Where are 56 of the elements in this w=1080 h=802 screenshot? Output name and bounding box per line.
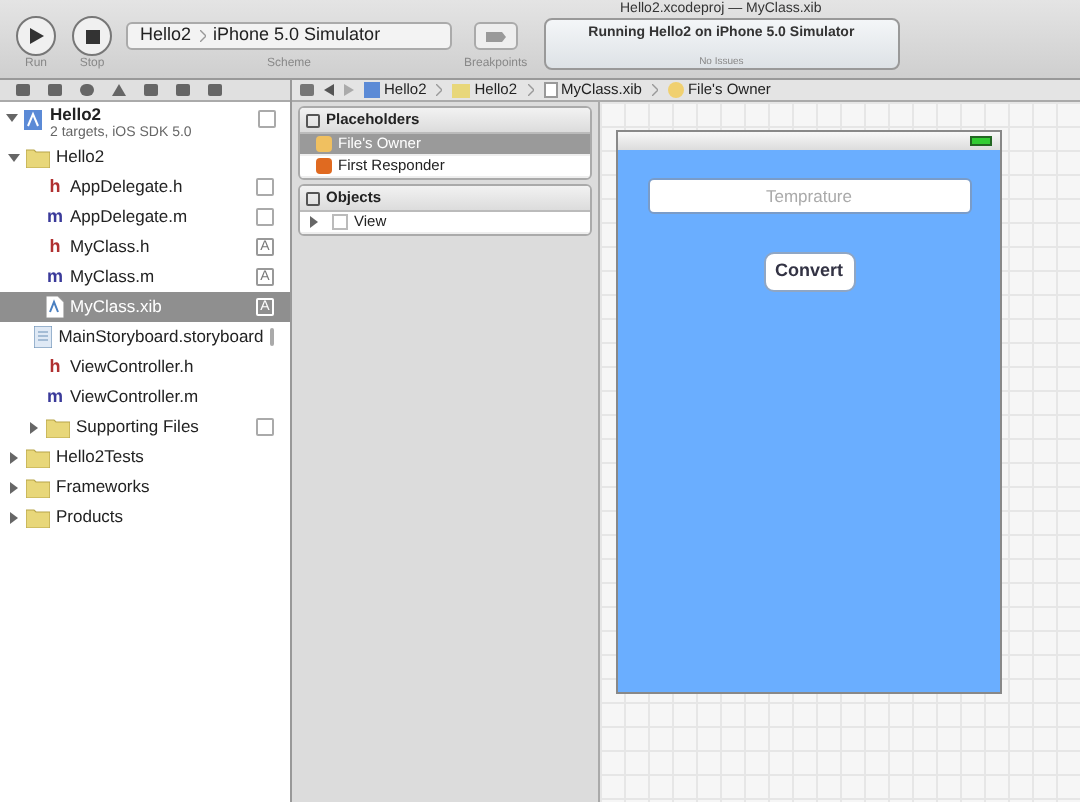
- chevron-icon: [527, 84, 534, 96]
- file-type-icon: h: [46, 356, 64, 378]
- file-type-icon: h: [46, 176, 64, 198]
- project-name[interactable]: Hello2: [50, 106, 192, 124]
- battery-icon: [970, 136, 992, 146]
- file-row[interactable]: Supporting Files: [0, 412, 290, 442]
- stop-button[interactable]: [72, 16, 112, 56]
- file-name: Hello2: [56, 144, 105, 170]
- file-name: AppDelegate.h: [70, 174, 183, 200]
- file-row[interactable]: Hello2: [0, 142, 290, 172]
- file-row[interactable]: m ViewController.m: [0, 382, 290, 412]
- file-type-icon: m: [46, 386, 64, 408]
- file-name: Frameworks: [56, 474, 150, 500]
- disclosure-triangle-icon[interactable]: [8, 451, 20, 463]
- disclosure-triangle-icon[interactable]: [28, 421, 40, 433]
- file-type-icon: m: [46, 206, 64, 228]
- file-name: MyClass.xib: [70, 294, 162, 320]
- file-row[interactable]: m AppDelegate.m: [0, 202, 290, 232]
- project-icon: [364, 82, 380, 98]
- file-name: MyClass.h: [70, 234, 150, 260]
- file-type-icon: h: [46, 236, 64, 258]
- disclosure-triangle-icon[interactable]: [8, 481, 20, 493]
- file-name: Supporting Files: [76, 414, 199, 440]
- chevron-icon: [436, 84, 443, 96]
- disclosure-triangle-icon[interactable]: [8, 511, 20, 523]
- back-arrow-icon[interactable]: [324, 84, 334, 96]
- file-name: ViewController.h: [70, 354, 194, 380]
- file-name: MyClass.m: [70, 264, 155, 290]
- disclosure-triangle-icon[interactable]: [6, 112, 18, 124]
- file-name: MainStoryboard.storyboard: [58, 324, 264, 350]
- file-name: AppDelegate.m: [70, 204, 188, 230]
- file-type-icon: m: [46, 266, 64, 288]
- project-icon: [24, 108, 44, 130]
- run-button[interactable]: [16, 16, 56, 56]
- temperature-field[interactable]: Temprature: [647, 178, 971, 214]
- chevron-icon: [199, 30, 206, 42]
- file-name: Hello2Tests: [56, 444, 144, 470]
- file-row[interactable]: h AppDelegate.h: [0, 172, 290, 202]
- file-row[interactable]: h ViewController.h: [0, 352, 290, 382]
- document-icon: [46, 296, 64, 318]
- scheme-project: Hello2: [140, 22, 192, 49]
- disclosure-triangle-icon[interactable]: [308, 216, 320, 228]
- storyboard-icon: [34, 326, 53, 348]
- file-name: ViewController.m: [70, 384, 199, 410]
- scheme-destination: iPhone 5.0 Simulator: [213, 22, 381, 49]
- file-row[interactable]: Frameworks: [0, 472, 290, 502]
- disclosure-triangle-icon[interactable]: [8, 151, 20, 163]
- chevron-icon: [651, 84, 658, 96]
- play-icon: [28, 28, 44, 44]
- file-name: Products: [56, 504, 124, 530]
- scheme-popup[interactable]: Hello2 iPhone 5.0 Simulator: [126, 22, 452, 50]
- file-row[interactable]: Hello2Tests: [0, 442, 290, 472]
- file-row[interactable]: Products: [0, 502, 290, 532]
- file-row[interactable]: MainStoryboard.storyboard: [0, 322, 290, 352]
- convert-button[interactable]: Convert: [763, 252, 855, 292]
- warning-icon[interactable]: [112, 84, 126, 96]
